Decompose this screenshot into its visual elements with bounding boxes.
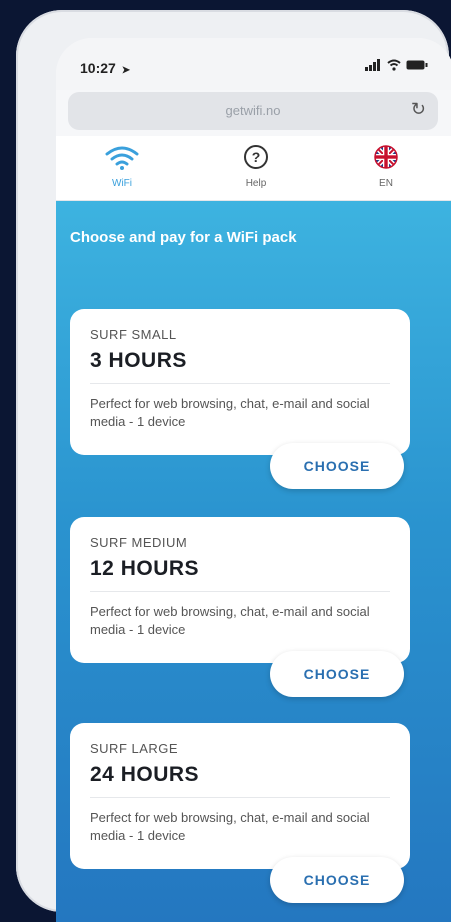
pack-card-small: SURF SMALL 3 HOURS Perfect for web brows… <box>70 309 410 489</box>
cellular-signal-icon <box>365 59 381 71</box>
pack-hours-unit: HOURS <box>120 763 200 786</box>
time-text: 10:27 <box>80 60 116 76</box>
pack-hours: 12 HOURS <box>90 557 199 581</box>
pack-hours-number: 24 <box>90 763 115 786</box>
location-arrow-icon: ➤ <box>121 65 131 76</box>
help-icon: ? <box>244 145 268 169</box>
battery-icon <box>406 60 428 70</box>
nav-label-wifi: WiFi <box>112 178 132 189</box>
address-bar[interactable]: getwifi.no ↻ <box>68 92 438 130</box>
wifi-icon <box>105 146 139 170</box>
phone-frame: 10:27 ➤ getwifi.no ↻ WiFi ? Help EN Choo… <box>16 10 451 922</box>
choose-button-medium[interactable]: CHOOSE <box>270 651 404 697</box>
pack-description: Perfect for web browsing, chat, e-mail a… <box>90 810 370 843</box>
pack-description: Perfect for web browsing, chat, e-mail a… <box>90 604 370 637</box>
pack-name: SURF LARGE <box>90 741 179 756</box>
status-time: 10:27 ➤ <box>80 60 130 76</box>
svg-text:?: ? <box>252 149 261 165</box>
page-title: Choose and pay for a WiFi pack <box>70 229 297 246</box>
choose-button-large[interactable]: CHOOSE <box>270 857 404 903</box>
uk-flag-icon <box>374 145 398 169</box>
card-divider <box>90 383 390 384</box>
wifi-status-icon <box>387 59 401 71</box>
top-nav: WiFi ? Help EN <box>56 136 451 201</box>
nav-label-help: Help <box>245 178 267 189</box>
phone-screen: 10:27 ➤ getwifi.no ↻ WiFi ? Help EN Choo… <box>56 38 451 922</box>
nav-item-wifi[interactable]: WiFi <box>82 144 162 189</box>
status-bar: 10:27 ➤ <box>56 38 451 90</box>
reload-icon[interactable]: ↻ <box>411 99 426 120</box>
pack-card-medium: SURF MEDIUM 12 HOURS Perfect for web bro… <box>70 517 410 697</box>
card-divider <box>90 797 390 798</box>
pack-description: Perfect for web browsing, chat, e-mail a… <box>90 396 370 429</box>
card-divider <box>90 591 390 592</box>
pack-hours-unit: HOURS <box>108 349 187 372</box>
pack-hours: 24 HOURS <box>90 763 199 787</box>
main-content: Choose and pay for a WiFi pack SURF SMAL… <box>56 201 451 922</box>
pack-name: SURF MEDIUM <box>90 535 188 550</box>
pack-hours-number: 3 <box>90 349 103 372</box>
nav-item-help[interactable]: ? Help <box>216 144 296 189</box>
pack-name: SURF SMALL <box>90 327 177 342</box>
nav-item-language[interactable]: EN <box>346 144 426 189</box>
pack-hours: 3 HOURS <box>90 349 187 373</box>
choose-button-small[interactable]: CHOOSE <box>270 443 404 489</box>
pack-card-large: SURF LARGE 24 HOURS Perfect for web brow… <box>70 723 410 903</box>
nav-label-language: EN <box>379 178 393 189</box>
status-icons <box>365 59 428 74</box>
pack-hours-unit: HOURS <box>120 557 200 580</box>
pack-hours-number: 12 <box>90 557 115 580</box>
notch <box>150 38 360 70</box>
url-text: getwifi.no <box>225 103 281 118</box>
